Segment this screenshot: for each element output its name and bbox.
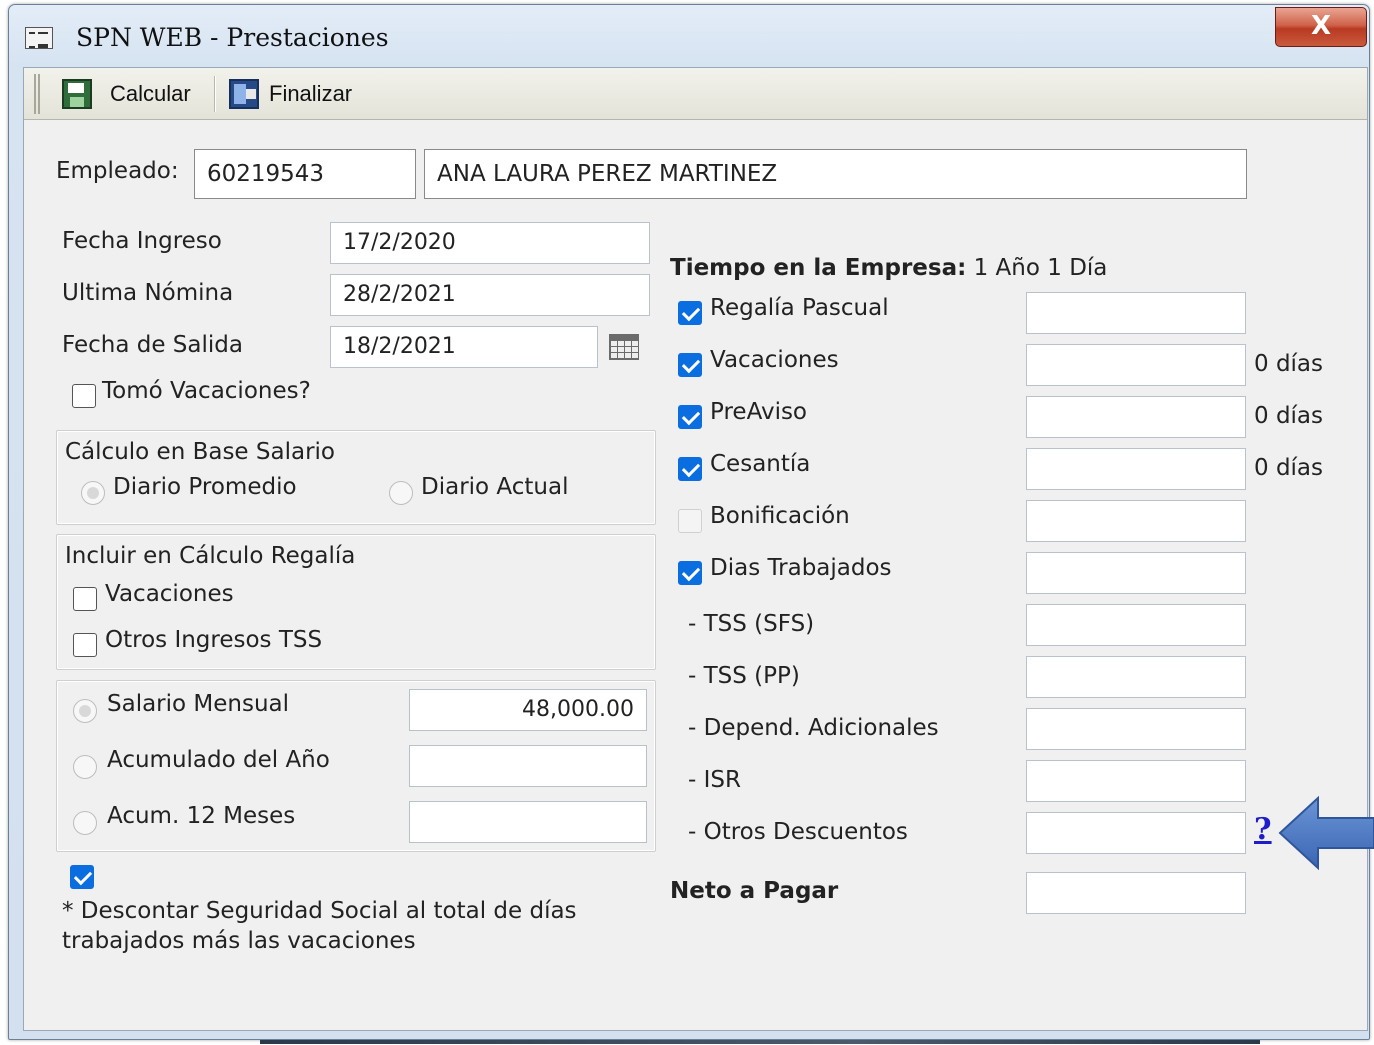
concept-label-preaviso: PreAviso — [710, 399, 808, 425]
taskbar-edge — [260, 1040, 1260, 1044]
descontar-note-line1: * Descontar Seguridad Social al total de… — [62, 898, 577, 924]
finalizar-label: Finalizar — [269, 81, 353, 106]
diario-actual-label: Diario Actual — [421, 474, 569, 500]
preaviso-field[interactable] — [1026, 396, 1246, 438]
concept-label-regalia-pascual: Regalía Pascual — [710, 295, 889, 321]
toolbar-separator — [214, 76, 216, 112]
tiempo-empresa: Tiempo en la Empresa: 1 Año 1 Día — [670, 255, 1107, 281]
empleado-id-field[interactable]: 60219543 — [194, 149, 416, 199]
regalia-pascual-checkbox[interactable] — [678, 301, 702, 325]
close-button[interactable]: X — [1275, 7, 1367, 47]
tiempo-empresa-label: Tiempo en la Empresa: — [670, 255, 967, 281]
descontar-note-line2: trabajados más las vacaciones — [62, 928, 416, 954]
concept-label-bonificacion: Bonificación — [710, 503, 850, 529]
exit-door-icon — [229, 79, 259, 109]
vacaciones-field[interactable] — [1026, 344, 1246, 386]
fecha-ingreso-field[interactable]: 17/2/2020 — [330, 222, 650, 264]
calendar-icon[interactable] — [609, 334, 639, 360]
otros-descuentos-field[interactable] — [1026, 812, 1246, 854]
ultima-nomina-label: Ultima Nómina — [62, 280, 234, 306]
save-calculator-icon — [62, 79, 92, 109]
vacaciones-days: 0 días — [1254, 351, 1324, 377]
salario-mensual-field[interactable]: 48,000.00 — [409, 689, 647, 731]
dias-trabajados-field[interactable] — [1026, 552, 1246, 594]
descontar-ss-checkbox[interactable] — [70, 865, 94, 889]
cesantia-checkbox[interactable] — [678, 457, 702, 481]
regalia-vacaciones-checkbox[interactable] — [73, 587, 97, 611]
bonificacion-field[interactable] — [1026, 500, 1246, 542]
concept-label-vacaciones: Vacaciones — [710, 347, 839, 373]
diario-promedio-label: Diario Promedio — [113, 474, 297, 500]
regalia-vacaciones-label: Vacaciones — [105, 581, 234, 607]
otros-ingresos-checkbox[interactable] — [73, 633, 97, 657]
base-salario-title: Cálculo en Base Salario — [65, 439, 335, 465]
cesantia-field[interactable] — [1026, 448, 1246, 490]
acum-12-meses-label: Acum. 12 Meses — [107, 803, 296, 829]
empleado-label: Empleado: — [56, 158, 179, 184]
calcular-button[interactable]: Calcular — [62, 76, 191, 112]
window-app-icon — [25, 27, 53, 49]
title-bar[interactable]: SPN WEB - Prestaciones X — [9, 5, 1369, 65]
toolbar-grip[interactable] — [34, 74, 40, 114]
acum-12-meses-field[interactable] — [409, 801, 647, 843]
neto-pagar-label: Neto a Pagar — [670, 878, 839, 904]
dias-trabajados-checkbox[interactable] — [678, 561, 702, 585]
acumulado-ano-label: Acumulado del Año — [107, 747, 330, 773]
concept-label-cesantia: Cesantía — [710, 451, 811, 477]
base-salario-group: Cálculo en Base Salario Diario Promedio … — [56, 430, 656, 525]
window-title: SPN WEB - Prestaciones — [76, 23, 389, 52]
otros-ingresos-label: Otros Ingresos TSS — [105, 627, 323, 653]
diario-actual-radio[interactable] — [389, 481, 413, 505]
calcular-label: Calcular — [110, 81, 191, 106]
concept-label-dias-trabajados: Dias Trabajados — [710, 555, 892, 581]
tomo-vacaciones-label: Tomó Vacaciones? — [102, 378, 311, 404]
otros-descuentos-help-link[interactable]: ? — [1254, 812, 1272, 847]
tomo-vacaciones-checkbox[interactable] — [72, 384, 96, 408]
prestaciones-window: SPN WEB - Prestaciones X Calcular Finali… — [8, 4, 1370, 1040]
diario-promedio-radio[interactable] — [81, 481, 105, 505]
regalia-group: Incluir en Cálculo Regalía Vacaciones Ot… — [56, 534, 656, 670]
deduction-label-tss-pp: - TSS (PP) — [688, 663, 800, 689]
isr-field[interactable] — [1026, 760, 1246, 802]
toolbar: Calcular Finalizar — [24, 68, 1367, 120]
deduction-label-isr: - ISR — [688, 767, 741, 793]
empleado-name-field[interactable]: ANA LAURA PEREZ MARTINEZ — [424, 149, 1247, 199]
preaviso-days: 0 días — [1254, 403, 1324, 429]
vacaciones-checkbox[interactable] — [678, 353, 702, 377]
tiempo-empresa-value: 1 Año 1 Día — [973, 255, 1108, 281]
salario-mensual-radio[interactable] — [73, 699, 97, 723]
acumulado-ano-field[interactable] — [409, 745, 647, 787]
acum-12-meses-radio[interactable] — [73, 811, 97, 835]
ultima-nomina-field[interactable]: 28/2/2021 — [330, 274, 650, 316]
depend-adicionales-field[interactable] — [1026, 708, 1246, 750]
deduction-label-tss-sfs: - TSS (SFS) — [688, 611, 815, 637]
salario-group: Salario Mensual 48,000.00 Acumulado del … — [56, 680, 656, 852]
regalia-title: Incluir en Cálculo Regalía — [65, 543, 356, 569]
dialog-body: Calcular Finalizar Empleado: 60219543 AN… — [23, 67, 1368, 1031]
bonificacion-checkbox[interactable] — [678, 509, 702, 533]
pointer-arrow-icon — [1278, 796, 1374, 870]
regalia-pascual-field[interactable] — [1026, 292, 1246, 334]
tss-sfs-field[interactable] — [1026, 604, 1246, 646]
neto-pagar-field[interactable] — [1026, 872, 1246, 914]
deduction-label-otros-descuentos: - Otros Descuentos — [688, 819, 908, 845]
acumulado-ano-radio[interactable] — [73, 755, 97, 779]
cesantia-days: 0 días — [1254, 455, 1324, 481]
deduction-label-depend-adicionales: - Depend. Adicionales — [688, 715, 939, 741]
salario-mensual-label: Salario Mensual — [107, 691, 290, 717]
preaviso-checkbox[interactable] — [678, 405, 702, 429]
fecha-ingreso-label: Fecha Ingreso — [62, 228, 222, 254]
finalizar-button[interactable]: Finalizar — [229, 76, 352, 112]
tss-pp-field[interactable] — [1026, 656, 1246, 698]
fecha-salida-field[interactable]: 18/2/2021 — [330, 326, 598, 368]
fecha-salida-label: Fecha de Salida — [62, 332, 243, 358]
